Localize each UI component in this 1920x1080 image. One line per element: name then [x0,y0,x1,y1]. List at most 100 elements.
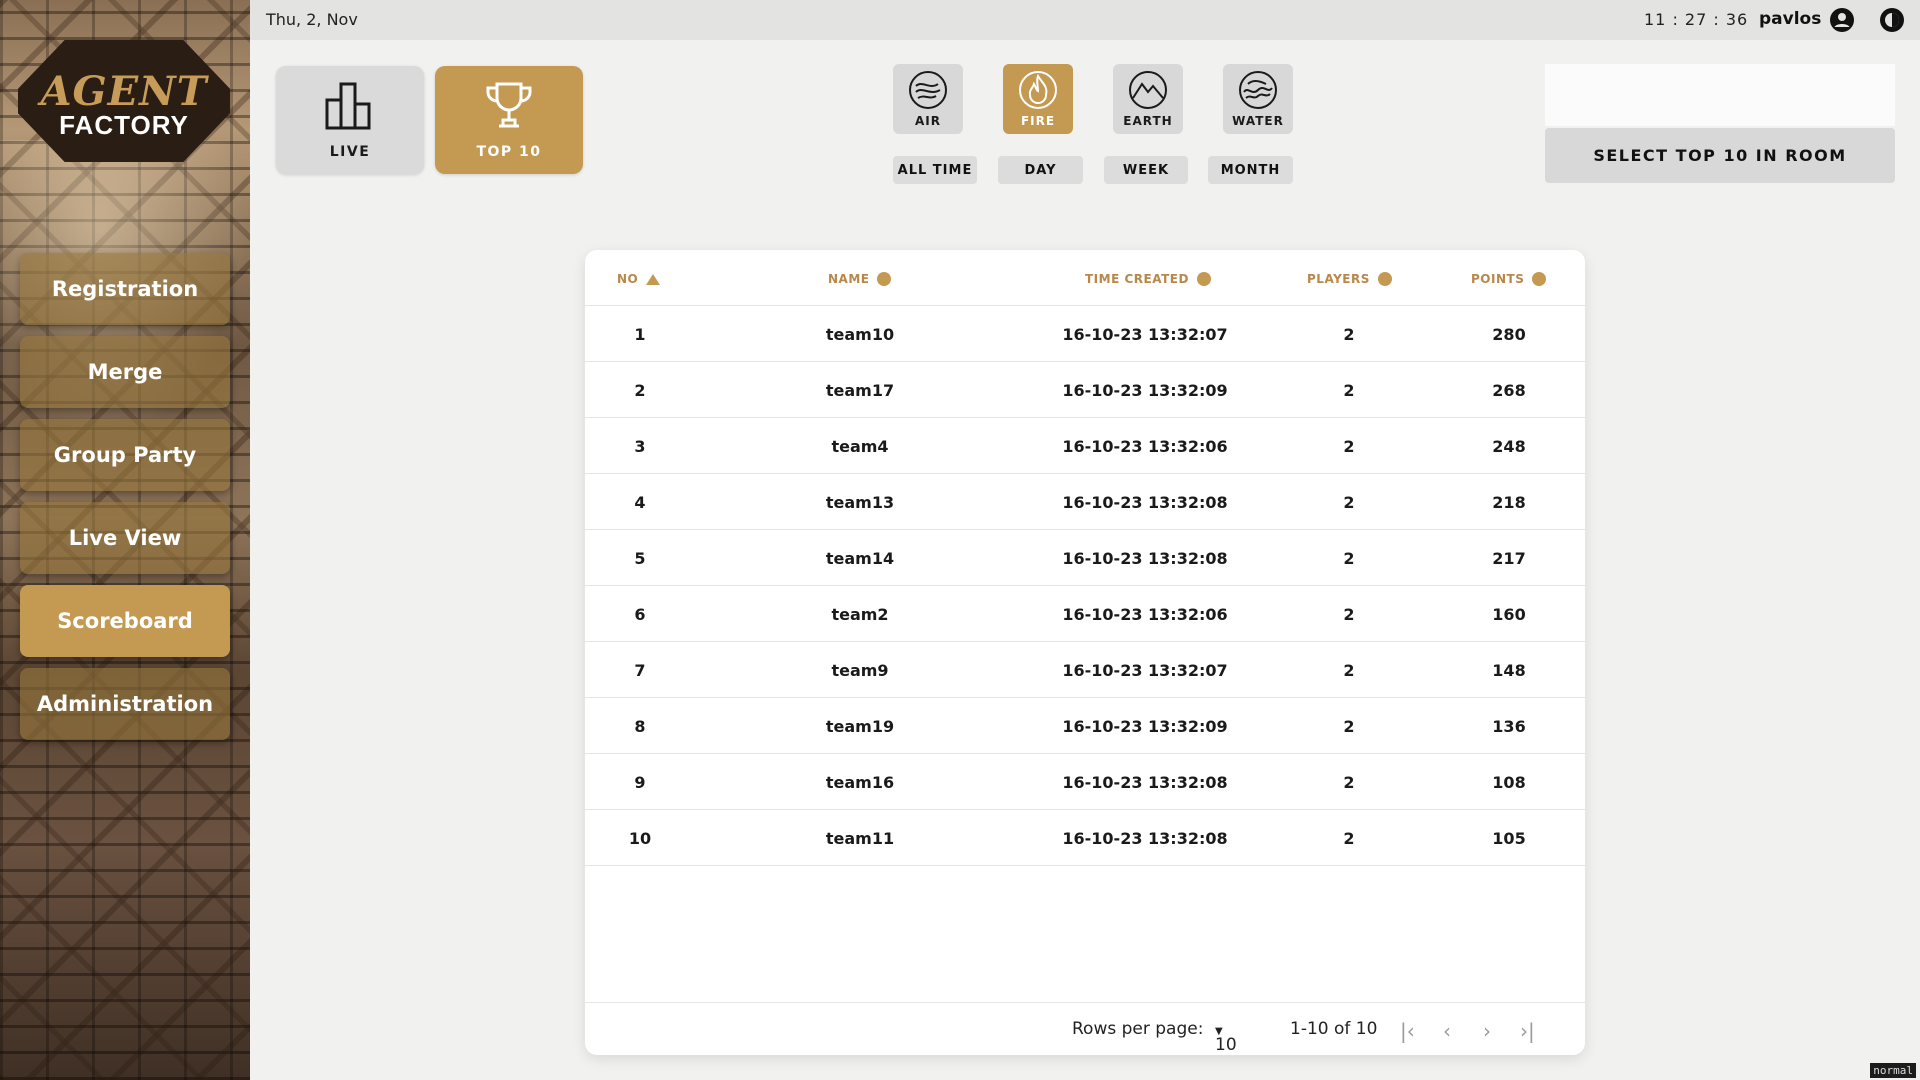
earth-element-icon [1129,71,1167,109]
column-points[interactable]: POINTS [1471,272,1547,286]
nav-group-party[interactable]: Group Party [20,419,230,491]
table-row[interactable]: 2 team17 16-10-23 13:32:09 2 268 [585,362,1585,418]
table-row[interactable]: 10 team11 16-10-23 13:32:08 2 105 [585,810,1585,866]
cell-points: 268 [1492,381,1526,400]
cell-players: 2 [1343,325,1355,344]
column-players[interactable]: PLAYERS [1307,272,1392,286]
trophy-icon [486,82,532,128]
table-pagination: Rows per page: 10 ▼ 1-10 of 10 |‹ ‹ › ›| [585,1002,1585,1055]
cell-no: 9 [634,773,646,792]
period-month[interactable]: MONTH [1208,156,1293,184]
nav-live-view[interactable]: Live View [20,502,230,574]
cell-time-created: 16-10-23 13:32:07 [1062,325,1228,344]
user-account-icon[interactable] [1829,7,1855,33]
last-page-icon[interactable]: ›| [1520,1019,1535,1043]
fire-element-icon [1019,71,1057,109]
column-no[interactable]: NO [617,272,661,286]
live-mode-button[interactable]: LIVE [276,66,424,174]
scoreboard-table: NO NAME TIME CREATED PLAYERS POINTS 1 tea… [585,250,1585,1055]
top-bar: Thu, 2, Nov 11 : 27 : 36 pavlos [250,0,1920,40]
cell-no: 8 [634,717,646,736]
username: pavlos [1759,9,1822,29]
cell-no: 3 [634,437,646,456]
cell-no: 7 [634,661,646,680]
cell-no: 2 [634,381,646,400]
element-fire-button[interactable]: FIRE [1003,64,1073,134]
prev-page-icon[interactable]: ‹ [1443,1019,1451,1043]
cell-points: 160 [1492,605,1526,624]
current-time: 11 : 27 : 36 [1644,10,1749,29]
table-row[interactable]: 4 team13 16-10-23 13:32:08 2 218 [585,474,1585,530]
water-element-icon [1239,71,1277,109]
sidebar: AGENT FACTORY Registration Merge Group P… [0,0,250,1080]
cell-players: 2 [1343,773,1355,792]
nav-scoreboard[interactable]: Scoreboard [20,585,230,657]
table-row[interactable]: 3 team4 16-10-23 13:32:06 2 248 [585,418,1585,474]
room-select-area [1545,64,1895,126]
nav-registration[interactable]: Registration [20,253,230,325]
cell-players: 2 [1343,829,1355,848]
cell-no: 4 [634,493,646,512]
cell-time-created: 16-10-23 13:32:09 [1062,381,1228,400]
air-element-icon [909,71,947,109]
table-row[interactable]: 6 team2 16-10-23 13:32:06 2 160 [585,586,1585,642]
cell-name: team16 [825,773,895,792]
cell-name: team2 [831,605,889,624]
element-air-button[interactable]: AIR [893,64,963,134]
cell-points: 136 [1492,717,1526,736]
table-row[interactable]: 1 team10 16-10-23 13:32:07 2 280 [585,306,1585,362]
table-row[interactable]: 8 team19 16-10-23 13:32:09 2 136 [585,698,1585,754]
element-water-button[interactable]: WATER [1223,64,1293,134]
cell-time-created: 16-10-23 13:32:09 [1062,717,1228,736]
cell-time-created: 16-10-23 13:32:08 [1062,549,1228,568]
period-all-time[interactable]: ALL TIME [893,156,977,184]
cell-no: 10 [628,829,652,848]
cell-name: team13 [825,493,895,512]
table-row[interactable]: 7 team9 16-10-23 13:32:07 2 148 [585,642,1585,698]
select-top10-in-room-button[interactable]: SELECT TOP 10 IN ROOM [1545,128,1895,183]
cell-points: 105 [1492,829,1526,848]
cell-name: team14 [825,549,895,568]
cell-no: 1 [634,325,646,344]
pagination-range: 1-10 of 10 [1290,1019,1378,1039]
cell-time-created: 16-10-23 13:32:08 [1062,829,1228,848]
cell-points: 217 [1492,549,1526,568]
nav-merge[interactable]: Merge [20,336,230,408]
nav-administration[interactable]: Administration [20,668,230,740]
cell-no: 6 [634,605,646,624]
cell-players: 2 [1343,549,1355,568]
cell-time-created: 16-10-23 13:32:06 [1062,605,1228,624]
table-header: NO NAME TIME CREATED PLAYERS POINTS [585,250,1585,306]
rows-per-page-label: Rows per page: [1072,1019,1204,1039]
cell-name: team19 [825,717,895,736]
top10-mode-button[interactable]: TOP 10 [435,66,583,174]
theme-toggle-icon[interactable] [1879,7,1905,33]
cell-points: 248 [1492,437,1526,456]
table-row[interactable]: 9 team16 16-10-23 13:32:08 2 108 [585,754,1585,810]
agent-factory-logo: AGENT FACTORY [18,40,230,162]
cell-players: 2 [1343,381,1355,400]
column-time-created[interactable]: TIME CREATED [1085,272,1211,286]
element-earth-button[interactable]: EARTH [1113,64,1183,134]
cell-points: 108 [1492,773,1526,792]
next-page-icon[interactable]: › [1483,1019,1491,1043]
cell-time-created: 16-10-23 13:32:08 [1062,493,1228,512]
first-page-icon[interactable]: |‹ [1400,1019,1415,1043]
sort-icon [1532,272,1547,286]
period-day[interactable]: DAY [998,156,1083,184]
cell-name: team11 [825,829,895,848]
table-row[interactable]: 5 team14 16-10-23 13:32:08 2 217 [585,530,1585,586]
cell-points: 280 [1492,325,1526,344]
column-name[interactable]: NAME [828,272,892,286]
cell-players: 2 [1343,661,1355,680]
sort-icon [877,272,892,286]
status-badge: normal [1870,1063,1916,1078]
cell-points: 148 [1492,661,1526,680]
cell-no: 5 [634,549,646,568]
rows-per-page-select[interactable]: 10 ▼ [1215,1019,1237,1055]
cell-points: 218 [1492,493,1526,512]
period-week[interactable]: WEEK [1104,156,1188,184]
cell-name: team4 [831,437,889,456]
cell-players: 2 [1343,437,1355,456]
cell-players: 2 [1343,717,1355,736]
